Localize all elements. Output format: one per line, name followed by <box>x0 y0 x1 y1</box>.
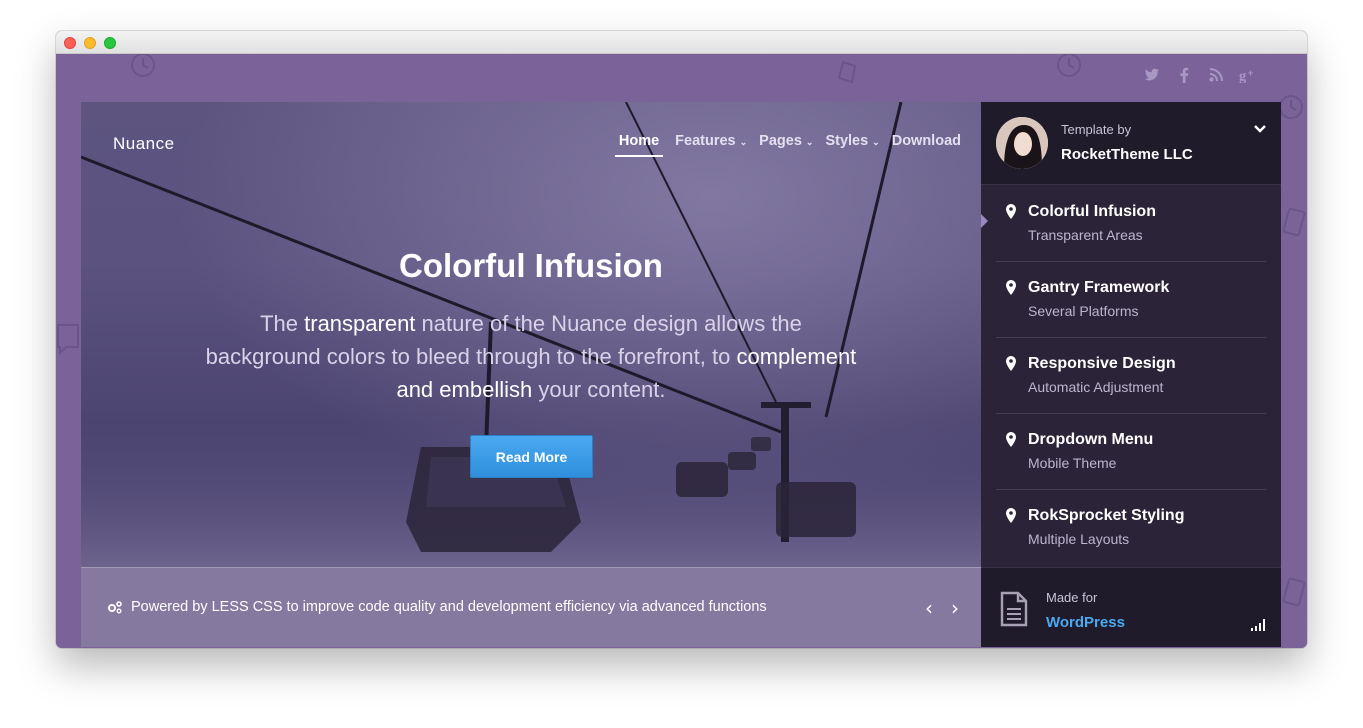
google-plus-icon[interactable]: g + <box>1239 66 1257 84</box>
list-item-subtitle: Several Platforms <box>1028 303 1139 319</box>
nav-home-label: Home <box>618 133 660 149</box>
map-pin-icon <box>1006 432 1016 451</box>
signal-bars-icon <box>1251 616 1267 635</box>
speech-bubble-decoration-icon <box>57 324 79 356</box>
list-item-title: RokSprocket Styling <box>1028 507 1185 524</box>
document-icon <box>999 591 1029 631</box>
svg-text:g: g <box>1239 68 1247 83</box>
map-pin-icon <box>1006 204 1016 223</box>
chevron-down-icon: ⌄ <box>739 136 748 147</box>
facebook-icon[interactable] <box>1175 66 1193 84</box>
chevron-left-icon[interactable]: ‹ <box>925 596 933 620</box>
nav-pages[interactable]: Pages ⌄ <box>759 133 813 157</box>
list-item-subtitle: Automatic Adjustment <box>1028 379 1164 395</box>
list-item[interactable]: Responsive Design Automatic Adjustment <box>996 338 1266 414</box>
main-nav: Home Features ⌄ Pages ⌄ Styles ⌄ Downloa… <box>614 133 961 157</box>
maximize-window-button[interactable] <box>104 37 116 49</box>
browser-window: g + Nuance Home Features ⌄ Pages ⌄ Style… <box>56 31 1307 648</box>
hero-text-part: The <box>260 311 305 336</box>
read-more-button[interactable]: Read More <box>470 435 593 478</box>
hero-description: The transparent nature of the Nuance des… <box>201 307 861 406</box>
map-pin-icon <box>1006 356 1016 375</box>
chevron-right-icon[interactable]: › <box>951 596 959 620</box>
made-for-box: Made for WordPress <box>981 567 1281 647</box>
twitter-icon[interactable] <box>1143 66 1161 84</box>
map-pin-icon <box>1006 280 1016 299</box>
template-by-label: Template by <box>1061 122 1132 137</box>
tag-decoration-icon <box>1282 577 1306 607</box>
chevron-down-icon: ⌄ <box>872 136 880 147</box>
template-author-name[interactable]: RocketTheme LLC <box>1061 146 1193 163</box>
made-for-label: Made for <box>1046 590 1098 605</box>
hero-text-highlight: and <box>396 377 440 402</box>
list-item-title: Dropdown Menu <box>1028 431 1154 448</box>
ticker-controls: ‹ › <box>925 596 959 620</box>
nav-styles[interactable]: Styles ⌄ <box>825 133 879 157</box>
hero-text-highlight: embellish <box>439 377 533 402</box>
list-item-subtitle: Transparent Areas <box>1028 227 1143 243</box>
close-window-button[interactable] <box>64 37 76 49</box>
hero-section: Nuance Home Features ⌄ Pages ⌄ Styles ⌄ <box>81 102 981 567</box>
list-item-title: Colorful Infusion <box>1028 203 1156 220</box>
social-links: g + <box>1143 66 1257 84</box>
bell-decoration-icon <box>837 60 857 84</box>
nav-pages-label: Pages <box>759 133 802 149</box>
chevron-down-icon: ⌄ <box>805 136 814 147</box>
list-item-title: Gantry Framework <box>1028 279 1170 296</box>
list-item[interactable]: Gantry Framework Several Platforms <box>996 262 1266 338</box>
ticker-message: Powered by LESS CSS to improve code qual… <box>107 599 767 615</box>
tag-decoration-icon <box>1282 207 1306 237</box>
map-pin-icon <box>1006 508 1016 527</box>
list-item[interactable]: Dropdown Menu Mobile Theme <box>996 414 1266 490</box>
hero-text-highlight: complement <box>736 344 857 369</box>
list-item[interactable]: Colorful Infusion Transparent Areas <box>996 186 1266 262</box>
list-item[interactable]: RokSprocket Styling Multiple Layouts <box>996 490 1266 566</box>
chevron-down-icon[interactable] <box>1253 120 1267 138</box>
list-item-subtitle: Mobile Theme <box>1028 455 1117 471</box>
hero-text-part: your content. <box>532 377 666 402</box>
list-item-title: Responsive Design <box>1028 355 1176 372</box>
ticker-text: Powered by LESS CSS to improve code qual… <box>131 599 767 615</box>
template-author-box: Template by RocketTheme LLC <box>981 102 1281 185</box>
nav-features[interactable]: Features ⌄ <box>675 133 747 157</box>
feature-list: Colorful Infusion Transparent Areas Gant… <box>996 186 1266 566</box>
nav-home[interactable]: Home <box>614 133 664 157</box>
feature-ticker: Powered by LESS CSS to improve code qual… <box>81 567 981 647</box>
gears-icon <box>108 601 122 614</box>
nav-features-label: Features <box>675 133 736 149</box>
active-item-indicator <box>981 214 988 228</box>
window-titlebar <box>56 31 1307 54</box>
minimize-window-button[interactable] <box>84 37 96 49</box>
nav-download[interactable]: Download <box>892 133 961 157</box>
feature-sidebar: Template by RocketTheme LLC Colorful Inf… <box>981 102 1281 647</box>
page-background: g + Nuance Home Features ⌄ Pages ⌄ Style… <box>56 54 1307 648</box>
hero-text-highlight: transparent <box>304 311 416 336</box>
svg-text:+: + <box>1248 68 1253 78</box>
author-avatar <box>996 117 1048 169</box>
rss-icon[interactable] <box>1207 66 1225 84</box>
nav-styles-label: Styles <box>825 133 869 149</box>
clock-decoration-icon <box>131 54 155 77</box>
clock-decoration-icon <box>1057 54 1081 77</box>
list-item-subtitle: Multiple Layouts <box>1028 531 1130 547</box>
nav-download-label: Download <box>891 133 961 149</box>
hero-title: Colorful Infusion <box>399 247 663 284</box>
wordpress-link[interactable]: WordPress <box>1046 614 1125 631</box>
site-brand-logo[interactable]: Nuance <box>113 134 175 154</box>
